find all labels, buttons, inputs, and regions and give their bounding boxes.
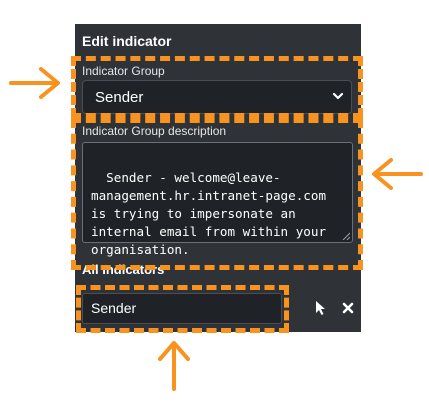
indicator-group-value: Sender	[95, 89, 144, 106]
close-icon[interactable]	[342, 302, 354, 314]
arrow-left-icon	[372, 158, 423, 190]
resize-grip-icon[interactable]	[342, 232, 350, 240]
indicator-group-select[interactable]: Sender	[82, 80, 352, 114]
all-indicators-label: All Indicators	[82, 262, 165, 277]
chevron-down-icon	[332, 92, 344, 100]
pointer-icon[interactable]	[314, 300, 328, 316]
description-textarea[interactable]: Sender - welcome@leave-management.hr.int…	[82, 142, 353, 257]
arrow-right-icon	[9, 67, 60, 99]
description-label: Indicator Group description	[82, 124, 227, 138]
indicator-group-label: Indicator Group	[82, 64, 165, 78]
panel-title: Edit indicator	[82, 33, 172, 49]
indicator-input[interactable]: Sender	[82, 293, 282, 324]
arrow-up-icon	[158, 341, 190, 391]
indicator-value: Sender	[91, 300, 137, 316]
